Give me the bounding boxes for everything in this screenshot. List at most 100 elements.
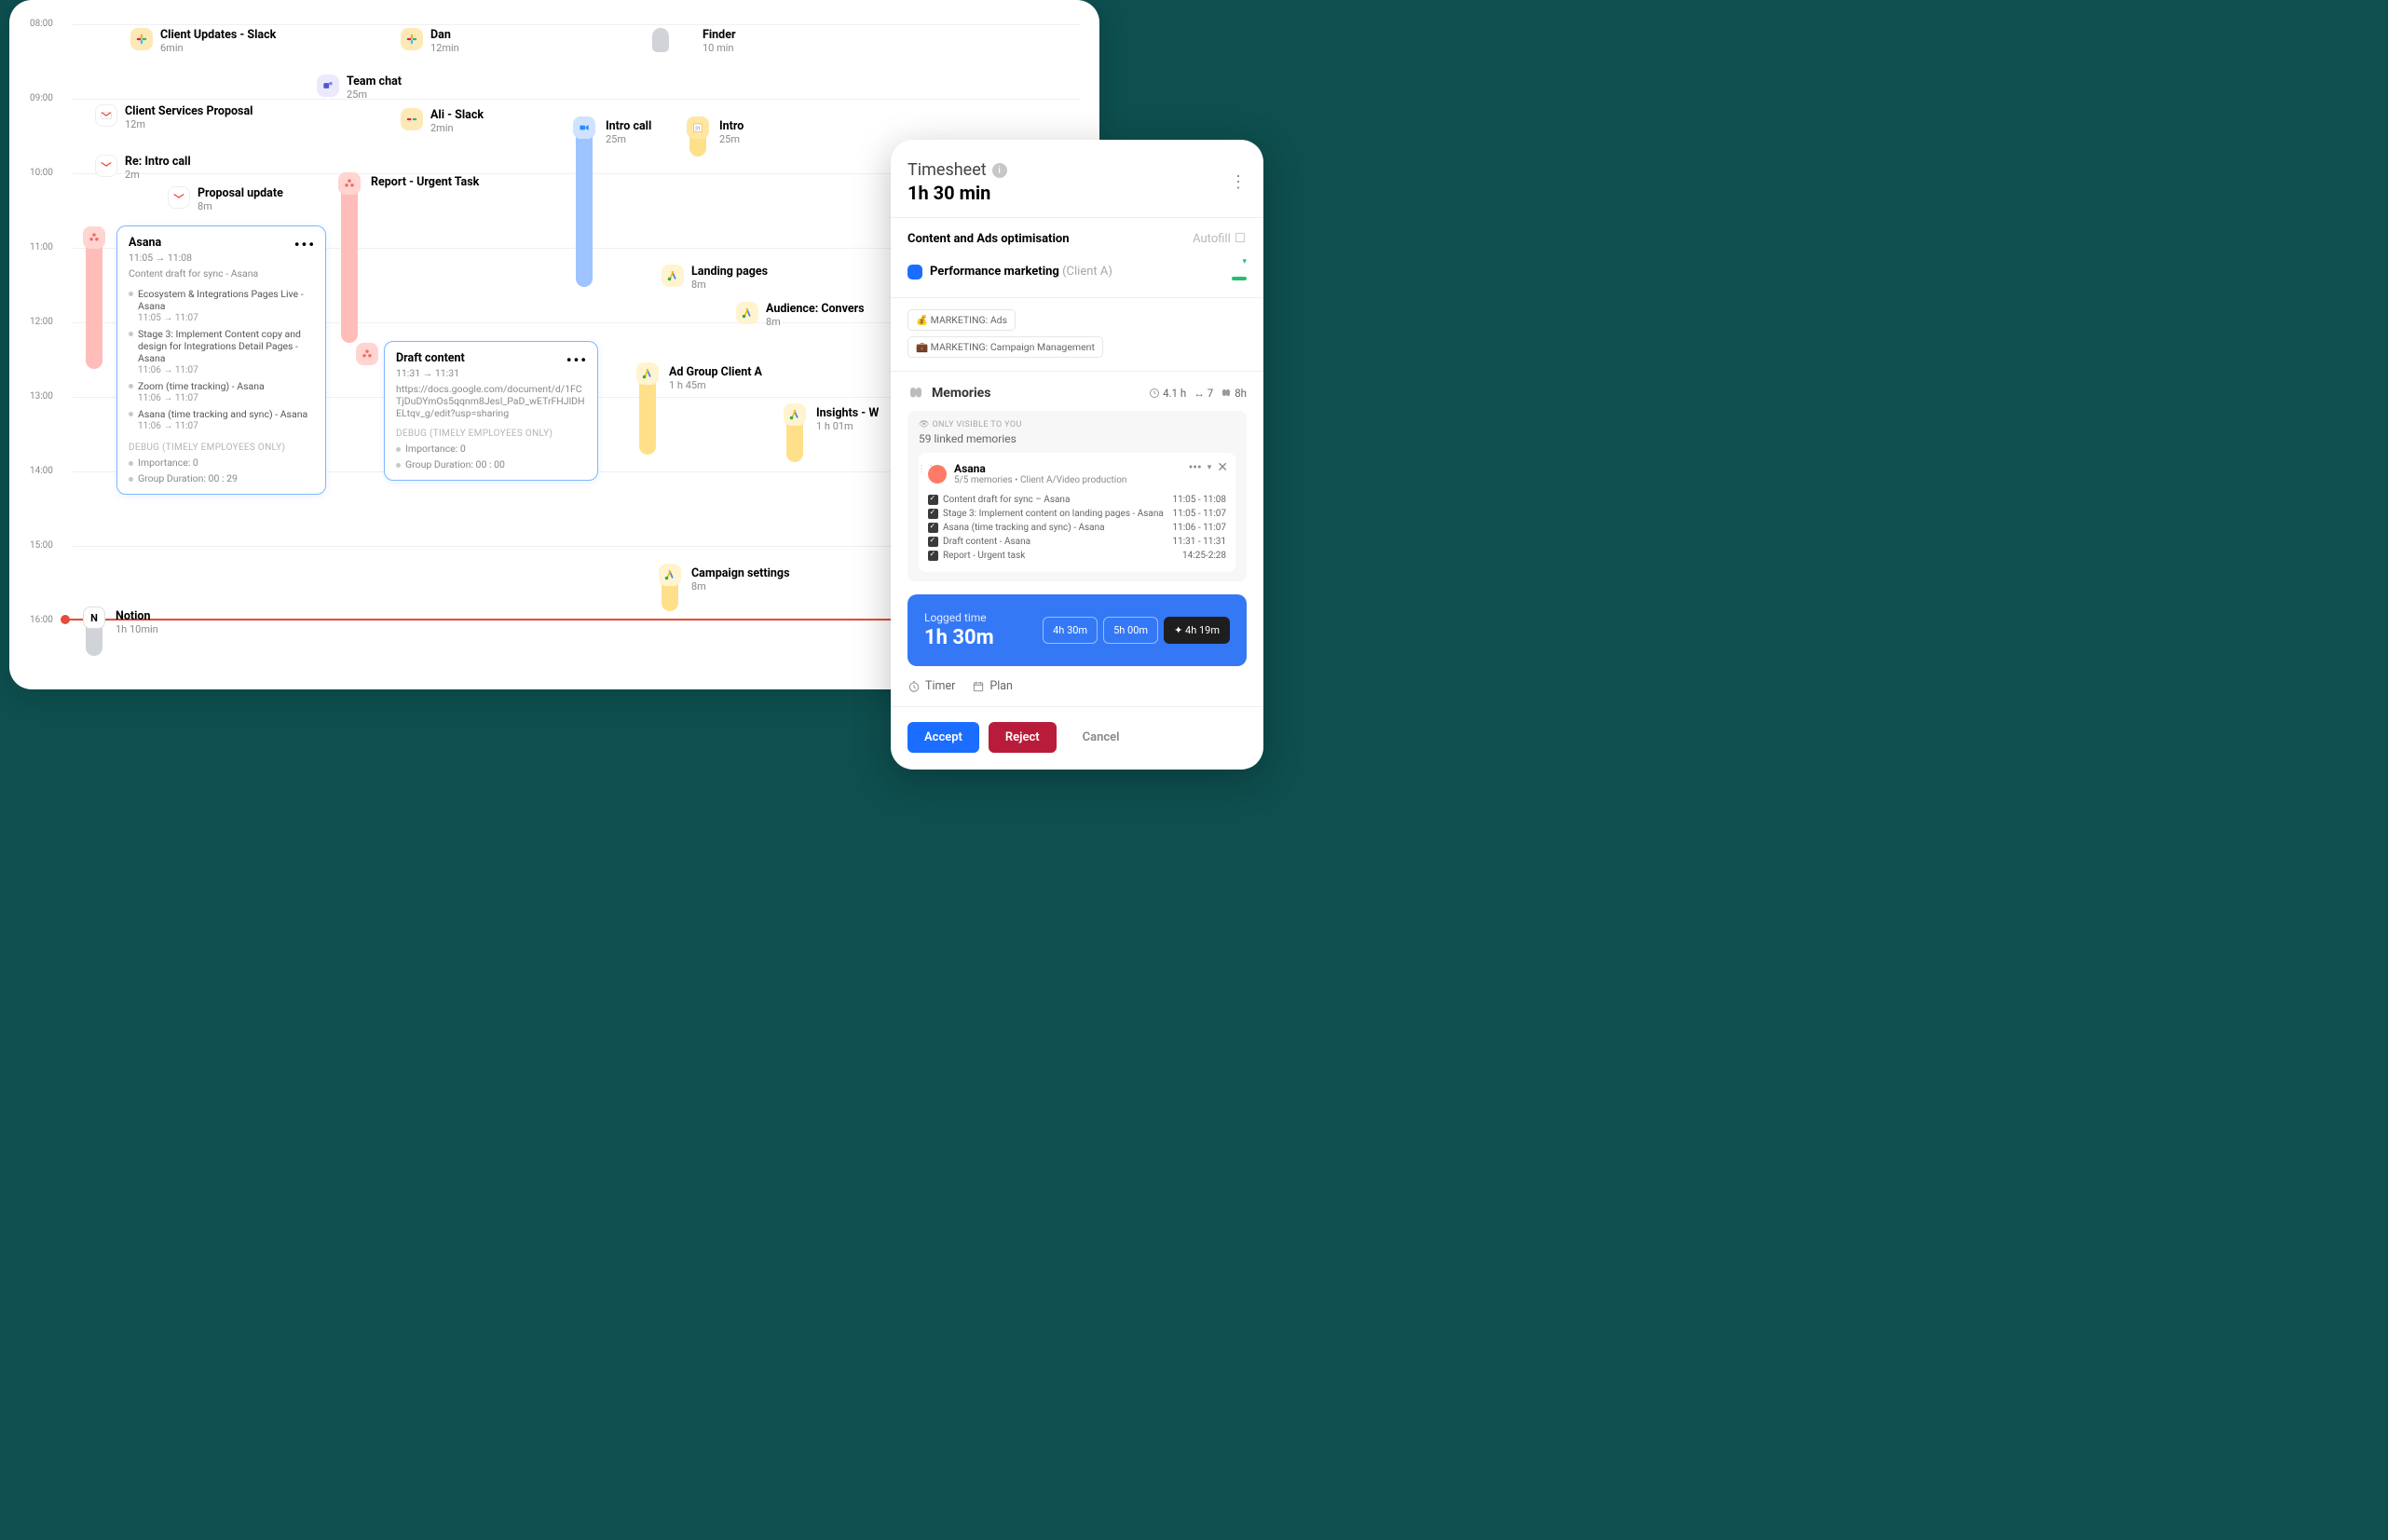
asana-icon xyxy=(356,343,378,365)
hour-label: 09:00 xyxy=(30,93,53,103)
memory-card-draft[interactable]: ••• Draft content 11:31 → 11:31 https://… xyxy=(384,341,598,481)
event-proposal-update[interactable]: Proposal update8m xyxy=(168,186,283,212)
event-duration: 8m xyxy=(691,279,768,291)
panel-title: Timesheeti xyxy=(907,160,1007,180)
event-duration: 1 h 01m xyxy=(816,420,879,432)
event-duration: 25m xyxy=(606,133,651,145)
hour-label: 08:00 xyxy=(30,19,53,29)
chevron-down-icon[interactable]: ▾ xyxy=(1208,463,1212,472)
memories-box: 👁 ONLY VISIBLE TO YOU 59 linked memories… xyxy=(907,411,1247,581)
event-ali-slack[interactable]: Ali - Slack2min xyxy=(401,108,484,134)
event-dan[interactable]: Dan12min xyxy=(401,28,459,54)
event-title: Notion xyxy=(116,609,158,623)
finder-icon xyxy=(652,28,669,52)
time-option-button[interactable]: ✦ 4h 19m xyxy=(1164,617,1230,644)
event-intro-cal[interactable]: 31 Intro25m xyxy=(689,119,744,157)
memory-card-asana[interactable]: ••• Asana 11:05 → 11:08 Content draft fo… xyxy=(116,225,326,495)
google-ads-icon xyxy=(736,302,758,324)
panel-duration: 1h 30 min xyxy=(907,182,1007,204)
reject-button[interactable]: Reject xyxy=(989,722,1057,753)
event-finder[interactable]: Finder10 min xyxy=(652,28,736,54)
google-ads-icon xyxy=(784,403,806,426)
duration-pill xyxy=(341,175,358,343)
event-ad-group[interactable]: Ad Group Client A1 h 45m xyxy=(639,365,762,455)
brain-icon xyxy=(907,385,924,402)
event-report-urgent[interactable]: Report - Urgent Task xyxy=(341,175,479,343)
event-asana-group[interactable] xyxy=(86,229,110,369)
event-title: Re: Intro call xyxy=(125,155,191,169)
memory-item: Ecosystem & Integrations Pages Live - As… xyxy=(129,285,314,325)
info-icon[interactable]: i xyxy=(992,163,1007,178)
tag[interactable]: 💰 MARKETING: Ads xyxy=(907,309,1016,331)
gmail-icon xyxy=(168,186,190,209)
notion-icon: N xyxy=(83,606,105,629)
event-title: Client Updates - Slack xyxy=(160,28,276,42)
autofill-button[interactable]: Autofill xyxy=(1193,231,1247,246)
tag[interactable]: 💼 MARKETING: Campaign Management xyxy=(907,336,1103,358)
tags-list: 💰 MARKETING: Ads 💼 MARKETING: Campaign M… xyxy=(907,309,1247,358)
event-duration: 8m xyxy=(766,316,865,328)
more-icon[interactable]: ••• xyxy=(566,351,588,369)
logged-label: Logged time xyxy=(924,611,994,624)
event-title: Finder xyxy=(703,28,736,42)
more-icon[interactable]: ⋮ xyxy=(1230,172,1247,192)
checkbox-icon[interactable] xyxy=(928,495,938,505)
memory-item[interactable]: Stage 3: Implement content on landing pa… xyxy=(928,507,1226,521)
event-notion[interactable]: N Notion1h 10min xyxy=(86,609,158,656)
memory-item[interactable]: Report - Urgent task14:25-2:28 xyxy=(928,549,1226,563)
teams-icon xyxy=(317,75,339,97)
event-insights[interactable]: Insights - W1 h 01m xyxy=(786,406,879,462)
card-time: 11:05 → 11:08 xyxy=(129,252,314,264)
event-duration: 1 h 45m xyxy=(669,379,762,391)
event-re-intro-call[interactable]: Re: Intro call2m xyxy=(95,155,191,181)
card-subtitle: Content draft for sync - Asana xyxy=(129,267,314,279)
logged-time-box: Logged time 1h 30m 4h 30m 5h 00m ✦ 4h 19m xyxy=(907,594,1247,666)
event-duration: 2min xyxy=(430,122,484,134)
event-title: Landing pages xyxy=(691,265,768,279)
project-selector[interactable]: Performance marketing (Client A) ▾ xyxy=(907,259,1247,284)
gmail-icon xyxy=(95,104,117,127)
plan-button[interactable]: Plan xyxy=(972,679,1013,693)
event-client-services-proposal[interactable]: Client Services Proposal12m xyxy=(95,104,252,130)
asana-icon xyxy=(83,226,105,249)
slack-icon xyxy=(401,108,423,130)
more-icon[interactable]: ••• xyxy=(294,236,316,253)
google-ads-icon xyxy=(636,362,659,385)
time-option-button[interactable]: 5h 00m xyxy=(1103,617,1158,644)
accept-button[interactable]: Accept xyxy=(907,722,979,753)
drag-handle-icon[interactable]: ⋮⋮ xyxy=(917,464,935,474)
event-title: Proposal update xyxy=(198,186,283,200)
event-landing-pages[interactable]: Landing pages8m xyxy=(662,265,768,291)
memory-item: Zoom (time tracking) - Asana11:06 → 11:0… xyxy=(129,377,314,405)
event-title: Team chat xyxy=(347,75,402,89)
project-client: (Client A) xyxy=(1062,265,1112,279)
svg-text:31: 31 xyxy=(695,126,701,131)
checkbox-icon[interactable] xyxy=(928,509,938,519)
calendar-icon: 31 xyxy=(687,116,709,139)
event-campaign-settings[interactable]: Campaign settings8m xyxy=(662,566,790,611)
memory-app-card[interactable]: ⋮⋮ ••• ▾ ✕ Asana5/5 memories • Client A/… xyxy=(919,453,1235,572)
hour-label: 11:00 xyxy=(30,242,53,252)
memory-item[interactable]: Content draft for sync – Asana11:05 - 11… xyxy=(928,493,1226,507)
importance-value: Importance: 0 xyxy=(396,443,586,455)
linked-memories-count: 59 linked memories xyxy=(919,432,1235,445)
google-ads-icon xyxy=(659,564,681,586)
card-title: Asana xyxy=(129,236,314,250)
event-slack-client-updates[interactable]: Client Updates - Slack6min xyxy=(130,28,276,54)
checkbox-icon[interactable] xyxy=(928,551,938,561)
time-option-button[interactable]: 4h 30m xyxy=(1043,617,1098,644)
checkbox-icon[interactable] xyxy=(928,523,938,533)
logged-value: 1h 30m xyxy=(924,626,994,649)
event-team-chat[interactable]: Team chat25m xyxy=(317,75,402,101)
checkbox-icon[interactable] xyxy=(928,537,938,547)
memory-item[interactable]: Asana (time tracking and sync) - Asana11… xyxy=(928,521,1226,535)
event-audience[interactable]: Audience: Convers8m xyxy=(736,302,865,328)
close-icon[interactable]: ✕ xyxy=(1217,460,1228,475)
timer-button[interactable]: Timer xyxy=(907,679,955,693)
more-icon[interactable]: ••• xyxy=(1189,460,1202,475)
memory-item[interactable]: Draft content - Asana11:31 - 11:31 xyxy=(928,535,1226,549)
event-intro-call[interactable]: Intro call25m xyxy=(576,119,651,287)
event-draft-content-pill[interactable] xyxy=(356,343,386,365)
cancel-button[interactable]: Cancel xyxy=(1066,722,1137,753)
duration-pill xyxy=(576,119,593,287)
